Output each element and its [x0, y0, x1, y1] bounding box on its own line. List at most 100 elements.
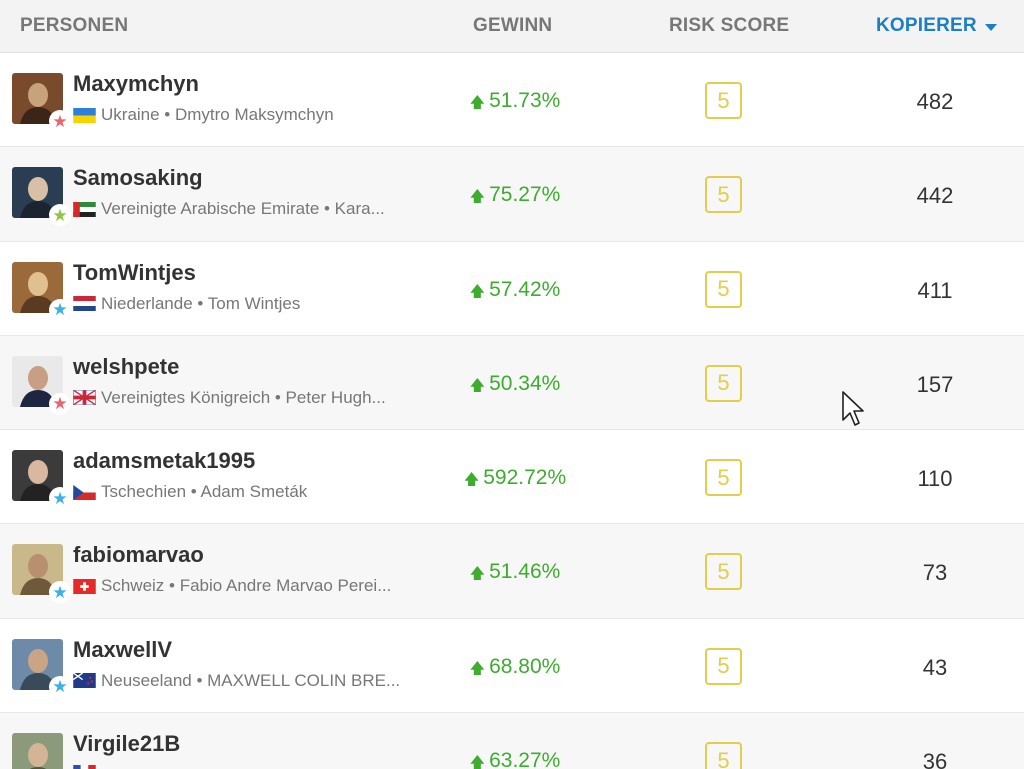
risk-score-badge: 5: [705, 82, 742, 119]
trader-row[interactable]: ★ Samosaking Vereinigte Arabische Emirat…: [0, 147, 1024, 242]
risk-score-badge: 5: [705, 364, 742, 402]
trader-row[interactable]: ★ Maxymchyn Ukraine • Dmytro Maksymchyn …: [0, 53, 1024, 148]
trader-country-name: Vereinigtes Königreich • Peter Hugh...: [101, 387, 386, 407]
trader-subtitle: Tschechien • Adam Smeták: [73, 482, 307, 502]
trader-subtitle: Ukraine • Dmytro Maksymchyn: [73, 105, 334, 125]
gain-value: 🡅 68.80%: [440, 655, 590, 683]
risk-score-badge: 5: [705, 553, 742, 591]
trader-username[interactable]: welshpete: [73, 354, 179, 380]
trader-username[interactable]: Samosaking: [73, 165, 203, 191]
avatar-photo: [12, 733, 63, 769]
copiers-count: 482: [916, 89, 954, 114]
gain-value: 🡅 57.42%: [440, 278, 590, 306]
trader-subtitle: Vereinigtes Königreich • Peter Hugh...: [73, 388, 386, 408]
up-arrow-icon: 🡅: [469, 94, 486, 111]
table-body: ★ Maxymchyn Ukraine • Dmytro Maksymchyn …: [0, 53, 1024, 769]
trader-country-name: Neuseeland • MAXWELL COLIN BRE...: [101, 670, 401, 690]
trader-row[interactable]: ★ TomWintjes Niederlande • Tom Wintjes 🡅…: [0, 242, 1024, 336]
copiers-count: 73: [922, 560, 948, 586]
gain-percent: 63.27%: [489, 749, 561, 769]
avatar[interactable]: ★: [12, 261, 71, 321]
blue-star-icon: ★: [49, 487, 71, 510]
trader-country-name: Ukraine • Dmytro Maksymchyn: [101, 105, 334, 124]
new-zealand-flag-icon: [73, 673, 96, 689]
gain-value: 🡅 51.46%: [440, 560, 590, 588]
uae-flag-icon: [73, 201, 96, 217]
trader-row[interactable]: ★ welshpete Vereinigtes Königreich • Pet…: [0, 335, 1024, 431]
gain-percent: 592.72%: [483, 466, 567, 490]
trader-subtitle: Schweiz • Fabio Andre Marvao Perei...: [73, 576, 391, 596]
up-arrow-icon: 🡅: [469, 659, 486, 677]
trader-username[interactable]: TomWintjes: [73, 260, 196, 286]
blue-star-icon: ★: [49, 298, 71, 321]
up-arrow-icon: 🡅: [463, 471, 480, 489]
copiers-count: 411: [917, 277, 953, 303]
risk-score-badge: 5: [705, 742, 742, 769]
risk-score-badge: 5: [705, 176, 742, 214]
up-arrow-icon: 🡅: [469, 565, 486, 583]
trader-username[interactable]: fabiomarvao: [73, 542, 204, 568]
gain-percent: 68.80%: [489, 654, 561, 678]
france-flag-icon: [73, 765, 96, 769]
up-arrow-icon: 🡅: [469, 754, 486, 769]
up-arrow-icon: 🡅: [469, 282, 486, 300]
avatar[interactable]: ★: [12, 638, 71, 698]
trader-subtitle: Niederlande • Tom Wintjes: [73, 294, 300, 314]
trader-subtitle: Neuseeland • MAXWELL COLIN BRE...: [73, 671, 400, 691]
copiers-count: 110: [917, 466, 953, 492]
copiers-count: 43: [922, 654, 948, 680]
green-star-icon: ★: [49, 204, 71, 227]
trader-country-name: Niederlande • Tom Wintjes: [101, 293, 301, 313]
red-star-icon: ★: [49, 110, 71, 132]
avatar[interactable]: ★: [12, 167, 71, 227]
column-header-gain[interactable]: GEWINN: [473, 15, 552, 37]
column-header-copiers-sorted[interactable]: KOPIERER: [876, 15, 997, 37]
gain-value: 🡅 63.27%: [440, 749, 590, 769]
gain-percent: 75.27%: [489, 183, 561, 207]
copiers-count: 36: [922, 749, 948, 769]
netherlands-flag-icon: [73, 296, 96, 312]
copiers-count: 442: [916, 183, 954, 209]
trader-row[interactable]: ★ MaxwellV Neuseeland • MAXWELL COLIN BR…: [0, 619, 1024, 714]
red-star-icon: ★: [49, 392, 71, 415]
up-arrow-icon: 🡅: [469, 376, 486, 394]
risk-score-badge: 5: [705, 459, 742, 497]
avatar[interactable]: ★: [12, 73, 71, 132]
blue-star-icon: ★: [49, 581, 71, 604]
avatar[interactable]: ★: [12, 355, 71, 415]
gain-value: 🡅 592.72%: [440, 466, 590, 494]
table-header: PERSONEN GEWINN RISK SCORE KOPIERER: [0, 0, 1024, 53]
gain-percent: 51.46%: [489, 560, 561, 584]
risk-score-badge: 5: [705, 647, 742, 685]
trader-username[interactable]: MaxwellV: [73, 637, 172, 663]
gain-percent: 51.73%: [489, 89, 561, 112]
mouse-cursor-icon: [842, 391, 864, 426]
copiers-count: 157: [916, 371, 954, 397]
risk-score-badge: 5: [705, 270, 742, 308]
copy-traders-table: PERSONEN GEWINN RISK SCORE KOPIERER ★ Ma…: [0, 0, 1024, 769]
avatar[interactable]: [12, 733, 63, 769]
trader-row[interactable]: Virgile21B 🡅 63.27% 5 36: [0, 713, 1024, 769]
gain-percent: 50.34%: [489, 371, 561, 395]
trader-row[interactable]: ★ adamsmetak1995 Tschechien • Adam Smetá…: [0, 430, 1024, 525]
gain-percent: 57.42%: [489, 277, 561, 301]
trader-username[interactable]: Virgile21B: [73, 731, 180, 757]
trader-country-name: Schweiz • Fabio Andre Marvao Perei...: [101, 576, 392, 596]
switzerland-flag-icon: [73, 578, 96, 594]
blue-star-icon: ★: [49, 675, 71, 698]
column-header-people[interactable]: PERSONEN: [20, 15, 128, 37]
ukraine-flag-icon: [73, 107, 96, 123]
column-header-risk-score[interactable]: RISK SCORE: [669, 15, 789, 37]
gain-value: 🡅 50.34%: [440, 372, 590, 400]
avatar[interactable]: ★: [12, 544, 71, 604]
avatar[interactable]: ★: [12, 450, 71, 510]
czech-flag-icon: [73, 484, 96, 500]
gain-value: 🡅 75.27%: [440, 183, 590, 211]
column-header-copiers-label: KOPIERER: [876, 15, 977, 36]
trader-subtitle: [73, 765, 101, 769]
trader-country-name: Vereinigte Arabische Emirate • Kara...: [101, 199, 385, 219]
trader-row[interactable]: ★ fabiomarvao Schweiz • Fabio Andre Marv…: [0, 524, 1024, 619]
trader-subtitle: Vereinigte Arabische Emirate • Kara...: [73, 199, 385, 219]
trader-username[interactable]: Maxymchyn: [73, 71, 199, 97]
trader-username[interactable]: adamsmetak1995: [73, 448, 255, 474]
